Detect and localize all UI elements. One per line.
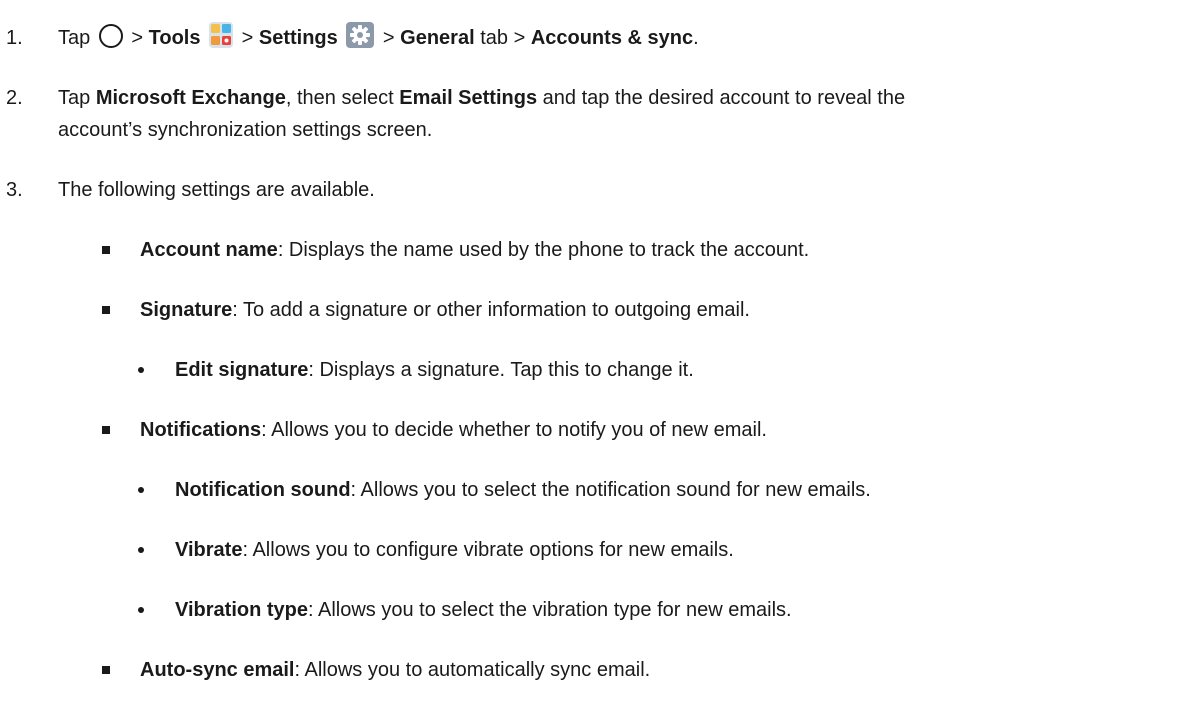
setting-text: Edit signature: Displays a signature. Ta… [175, 356, 694, 384]
setting-term: Vibration type [175, 599, 308, 621]
email-settings-label: Email Settings [399, 87, 538, 109]
setting-desc: : Displays the name used by the phone to… [277, 239, 810, 261]
separator: > [513, 27, 526, 49]
setting-term: Notifications [140, 419, 262, 441]
setting-desc: : Allows you to decide whether to notify… [261, 419, 767, 441]
setting-term: Account name [140, 239, 278, 261]
tools-label: Tools [148, 27, 201, 49]
setting-desc: : Displays a signature. Tap this to chan… [308, 359, 694, 381]
setting-term: Auto-sync email [140, 659, 295, 681]
step-number: 3. [6, 179, 23, 201]
general-label: General [400, 27, 475, 49]
separator: > [382, 27, 395, 49]
square-bullet-icon [102, 666, 110, 674]
setting-term: Notification sound [175, 479, 351, 501]
setting-desc: : Allows you to configure vibrate option… [242, 539, 734, 561]
step-text: Tap > Tools > Settings > General tab > A… [58, 21, 699, 52]
step-2-line-2: account’s synchronization settings scree… [58, 119, 433, 141]
setting-text: Auto-sync email: Allows you to automatic… [140, 656, 650, 684]
step-2-rest: and tap the desired account to reveal th… [542, 87, 906, 109]
setting-desc: : Allows you to select the vibration typ… [308, 599, 792, 621]
settings-label: Settings [258, 27, 338, 49]
tap-word: Tap [58, 87, 91, 109]
round-bullet-icon [138, 607, 144, 613]
step-text: Tap Microsoft Exchange, then select Emai… [58, 84, 905, 112]
round-bullet-icon [138, 487, 144, 493]
setting-desc: : Allows you to select the notification … [350, 479, 871, 501]
setting-desc: : To add a signature or other informatio… [232, 299, 750, 321]
separator: > [241, 27, 254, 49]
microsoft-exchange-label: Microsoft Exchange [95, 87, 286, 109]
round-bullet-icon [138, 367, 144, 373]
setting-term: Signature [140, 299, 233, 321]
square-bullet-icon [102, 306, 110, 314]
setting-term: Edit signature [175, 359, 309, 381]
round-bullet-icon [138, 547, 144, 553]
separator: > [131, 27, 144, 49]
setting-text: Account name: Displays the name used by … [140, 236, 809, 264]
setting-term: Vibrate [175, 539, 243, 561]
setting-text: Signature: To add a signature or other i… [140, 296, 750, 324]
tools-folder-icon [209, 21, 234, 48]
tap-word: Tap [58, 27, 91, 49]
setting-text: Vibration type: Allows you to select the… [175, 596, 792, 624]
period: . [693, 27, 699, 49]
step-number: 1. [6, 27, 23, 49]
then-select-text: , then select [285, 87, 394, 109]
setting-text: Notification sound: Allows you to select… [175, 476, 871, 504]
tab-word: tab [480, 27, 508, 49]
step-text: The following settings are available. [58, 179, 375, 201]
square-bullet-icon [102, 246, 110, 254]
home-circle-icon [98, 23, 123, 48]
settings-gear-icon [346, 21, 375, 48]
setting-text: Vibrate: Allows you to configure vibrate… [175, 536, 734, 564]
step-number: 2. [6, 87, 23, 109]
setting-desc: : Allows you to automatically sync email… [294, 659, 651, 681]
square-bullet-icon [102, 426, 110, 434]
setting-text: Notifications: Allows you to decide whet… [140, 416, 767, 444]
accounts-sync-label: Accounts & sync [530, 27, 694, 49]
